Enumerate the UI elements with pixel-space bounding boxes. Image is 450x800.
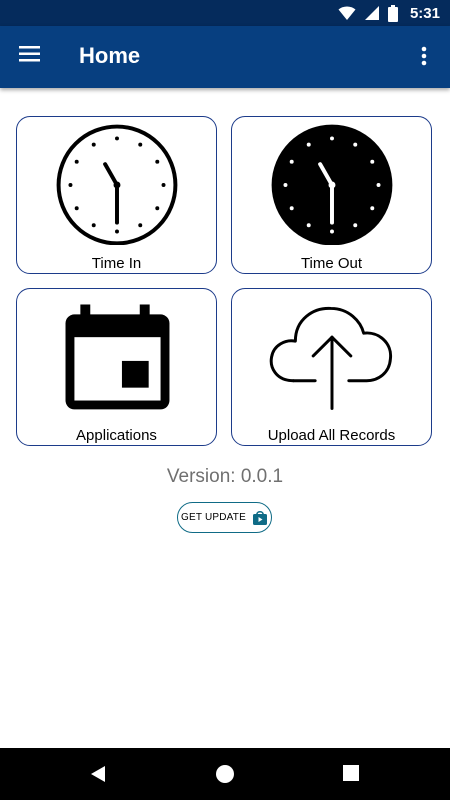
tile-label: Upload All Records <box>267 427 396 444</box>
home-button[interactable] <box>215 764 235 784</box>
system-nav-bar <box>0 748 450 800</box>
clock-filled-icon <box>271 124 393 245</box>
applications-tile[interactable]: Applications <box>16 288 217 446</box>
recents-icon <box>343 765 359 781</box>
get-update-button[interactable]: GET UPDATE <box>177 502 272 533</box>
wifi-icon <box>338 6 356 20</box>
tile-label: Time Out <box>300 255 363 272</box>
clock-outline-icon <box>56 124 178 245</box>
time-in-tile[interactable]: Time In <box>16 116 217 274</box>
home-icon <box>216 765 234 783</box>
recents-button[interactable] <box>342 764 362 784</box>
status-bar: 5:31 <box>0 0 450 26</box>
time-out-tile[interactable]: Time Out <box>231 116 432 274</box>
page-title: Home <box>79 43 141 68</box>
status-icons: 5:31 <box>338 3 440 23</box>
calendar-icon <box>65 304 170 410</box>
hamburger-menu-icon <box>19 46 40 62</box>
battery-icon <box>387 4 398 22</box>
status-time: 5:31 <box>409 4 440 22</box>
app-bar: Home <box>0 26 450 88</box>
upload-all-records-tile[interactable]: Upload All Records <box>231 288 432 446</box>
more-vert-icon <box>421 46 427 66</box>
tile-label: Applications <box>76 427 157 444</box>
back-button[interactable] <box>89 764 109 784</box>
menu-button[interactable] <box>18 44 44 70</box>
cloud-upload-icon <box>269 306 392 410</box>
get-update-label: GET UPDATE <box>181 512 246 523</box>
overflow-menu-button[interactable] <box>412 44 436 70</box>
store-bag-icon <box>252 511 267 525</box>
version-text: Version: 0.0.1 <box>166 466 284 487</box>
back-icon <box>91 766 105 782</box>
tile-label: Time In <box>91 255 142 272</box>
signal-icon <box>364 6 379 20</box>
